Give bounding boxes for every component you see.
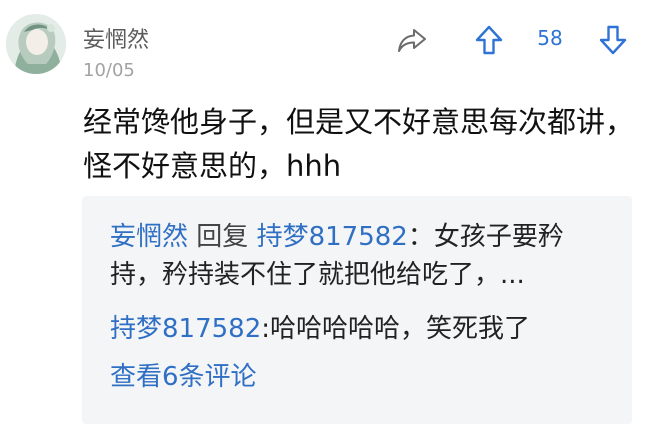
vote-count: 58 [537,26,563,50]
avatar-illustration [6,14,66,74]
arrow-up-icon [475,25,503,55]
comment-text: 经常馋他身子，但是又不好意思每次都讲，怪不好意思的，hhh [83,105,635,183]
arrow-down-icon [599,25,627,55]
view-more-comments-link[interactable]: 查看6条评论 [110,358,610,396]
comment-author[interactable]: 妄惘然 [83,22,149,54]
reply-author[interactable]: 持梦817582 [110,314,261,344]
reply-target[interactable]: 持梦817582 [257,222,408,252]
upvote-button[interactable] [470,20,508,60]
reply-action: 回复 [196,222,249,252]
reply-item[interactable]: 持梦817582:哈哈哈哈哈，笑死我了 [110,310,610,348]
reply-text: 哈哈哈哈哈，笑死我了 [270,314,531,344]
share-button[interactable] [392,20,432,60]
reply-separator: ： [407,222,434,252]
reply-item[interactable]: 妄惘然 回复 持梦817582：女孩子要矜持，矜持装不住了就把他给吃了，... [110,218,610,294]
avatar[interactable] [6,14,66,74]
reply-box: 妄惘然 回复 持梦817582：女孩子要矜持，矜持装不住了就把他给吃了，... … [82,196,632,424]
share-icon [398,29,426,52]
reply-author[interactable]: 妄惘然 [110,222,188,252]
reply-separator: : [261,314,271,344]
comment-date: 10/05 [83,60,135,81]
downvote-button[interactable] [594,20,632,60]
